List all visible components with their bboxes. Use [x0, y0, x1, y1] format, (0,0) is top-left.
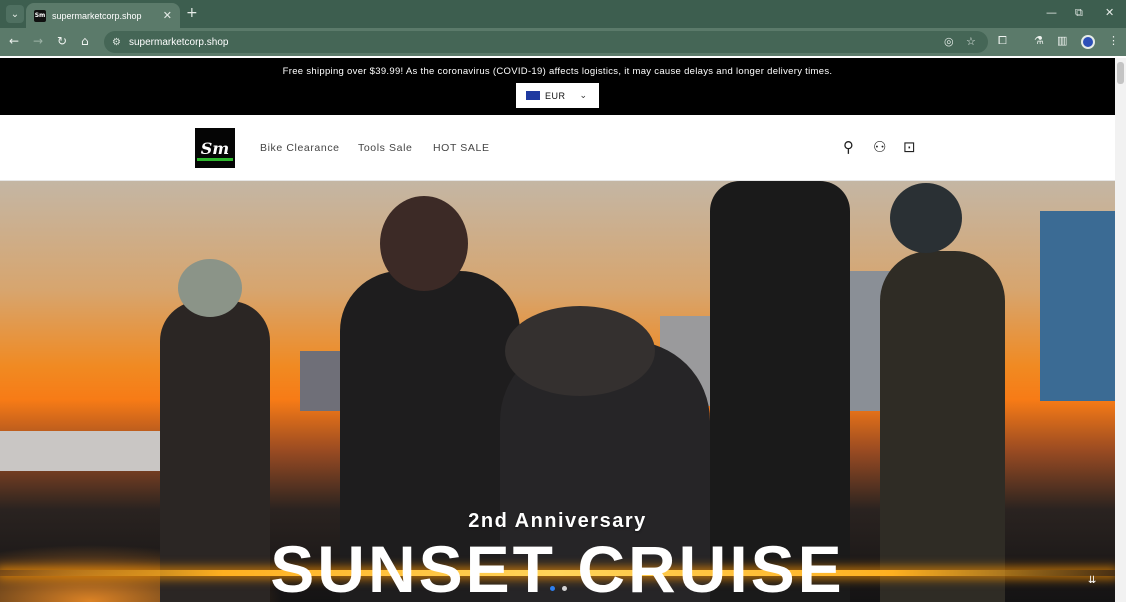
- page-scrollbar[interactable]: [1115, 58, 1126, 602]
- profile-avatar-icon[interactable]: [1081, 35, 1095, 49]
- announcement-text: Free shipping over $39.99! As the corona…: [282, 66, 833, 77]
- home-button[interactable]: ⌂: [81, 34, 89, 48]
- eu-flag-icon: [526, 91, 540, 100]
- url-text[interactable]: supermarketcorp.shop: [129, 37, 229, 48]
- store-logo[interactable]: Sm: [195, 128, 235, 168]
- nav-link-hot-sale[interactable]: HOT SALE: [433, 142, 490, 154]
- helmet-shape: [380, 196, 468, 291]
- site-info-icon[interactable]: ⚙: [112, 37, 121, 48]
- logo-accent-strip: [197, 158, 233, 161]
- hero-subtitle: 2nd Anniversary: [468, 510, 647, 532]
- skyline-tower: [1040, 211, 1115, 401]
- logo-text: Sm: [200, 138, 230, 158]
- minimize-button[interactable]: —: [1046, 6, 1057, 19]
- tab-favicon-icon: Sm: [34, 9, 46, 22]
- site-header: Sm Bike Clearance Tools Sale HOT SALE ⚲ …: [0, 115, 1115, 181]
- labs-flask-icon[interactable]: ⚗: [1034, 34, 1044, 47]
- currency-selector[interactable]: EUR ⌄: [516, 83, 599, 108]
- address-bar[interactable]: ⚙ supermarketcorp.shop ◎ ☆: [104, 31, 988, 53]
- browser-menu-icon[interactable]: ⋮: [1108, 34, 1119, 47]
- scroll-down-icon[interactable]: ⇊: [1088, 575, 1096, 586]
- browser-tabstrip: ⌄ Sm supermarketcorp.shop ✕ + — ⧉ ✕: [0, 0, 1126, 28]
- bookmark-star-icon[interactable]: ☆: [966, 35, 976, 48]
- eye-off-icon[interactable]: ◎: [944, 35, 954, 48]
- side-panel-icon[interactable]: ▥: [1057, 34, 1067, 47]
- tab-close-icon[interactable]: ✕: [163, 9, 172, 22]
- extensions-icon[interactable]: ⧠: [998, 34, 1007, 48]
- new-tab-button[interactable]: +: [186, 5, 198, 21]
- reload-button[interactable]: ↻: [57, 34, 67, 48]
- scrollbar-thumb[interactable]: [1117, 62, 1124, 84]
- nav-link-bike-clearance[interactable]: Bike Clearance: [260, 142, 340, 154]
- forward-button[interactable]: →: [33, 34, 43, 48]
- hero-title: SUNSET CRUISE: [270, 532, 845, 602]
- marina-boats: [0, 431, 180, 471]
- back-button[interactable]: ←: [9, 34, 19, 48]
- helmet-shape: [505, 306, 655, 396]
- helmet-shape: [890, 183, 962, 253]
- browser-toolbar: ← → ↻ ⌂ ⚙ supermarketcorp.shop ◎ ☆ ⧠ ⚗ ▥…: [0, 28, 1126, 56]
- tab-title: supermarketcorp.shop: [52, 10, 142, 21]
- close-window-button[interactable]: ✕: [1105, 6, 1114, 19]
- helmet-shape: [178, 259, 242, 317]
- slide-dot[interactable]: [562, 586, 567, 591]
- currency-label: EUR: [545, 90, 566, 101]
- slide-dot-active[interactable]: [550, 586, 555, 591]
- tab-list-button[interactable]: ⌄: [6, 5, 24, 23]
- cart-icon[interactable]: ⊡: [903, 138, 916, 156]
- account-icon[interactable]: ⚇: [873, 138, 886, 156]
- hero-banner[interactable]: 2nd Anniversary SUNSET CRUISE ⇊: [0, 181, 1115, 602]
- chevron-down-icon: ⌄: [579, 90, 588, 101]
- nav-link-tools-sale[interactable]: Tools Sale: [358, 142, 412, 154]
- search-icon[interactable]: ⚲: [843, 138, 854, 156]
- restore-button[interactable]: ⧉: [1075, 6, 1083, 20]
- browser-tab[interactable]: Sm supermarketcorp.shop ✕: [26, 3, 180, 28]
